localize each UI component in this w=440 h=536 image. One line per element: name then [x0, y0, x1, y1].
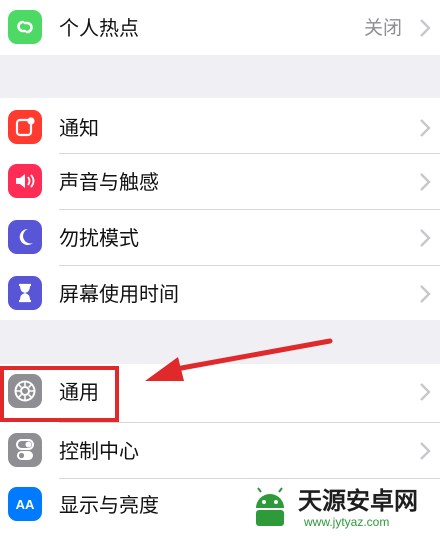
watermark-title: 天源安卓网 — [298, 487, 418, 515]
pointer-arrow — [145, 338, 333, 381]
watermark: 天源安卓网 www.jytyaz.com — [248, 484, 438, 534]
android-robot-icon — [256, 487, 284, 526]
watermark-url: www.jytyaz.com — [304, 515, 390, 529]
